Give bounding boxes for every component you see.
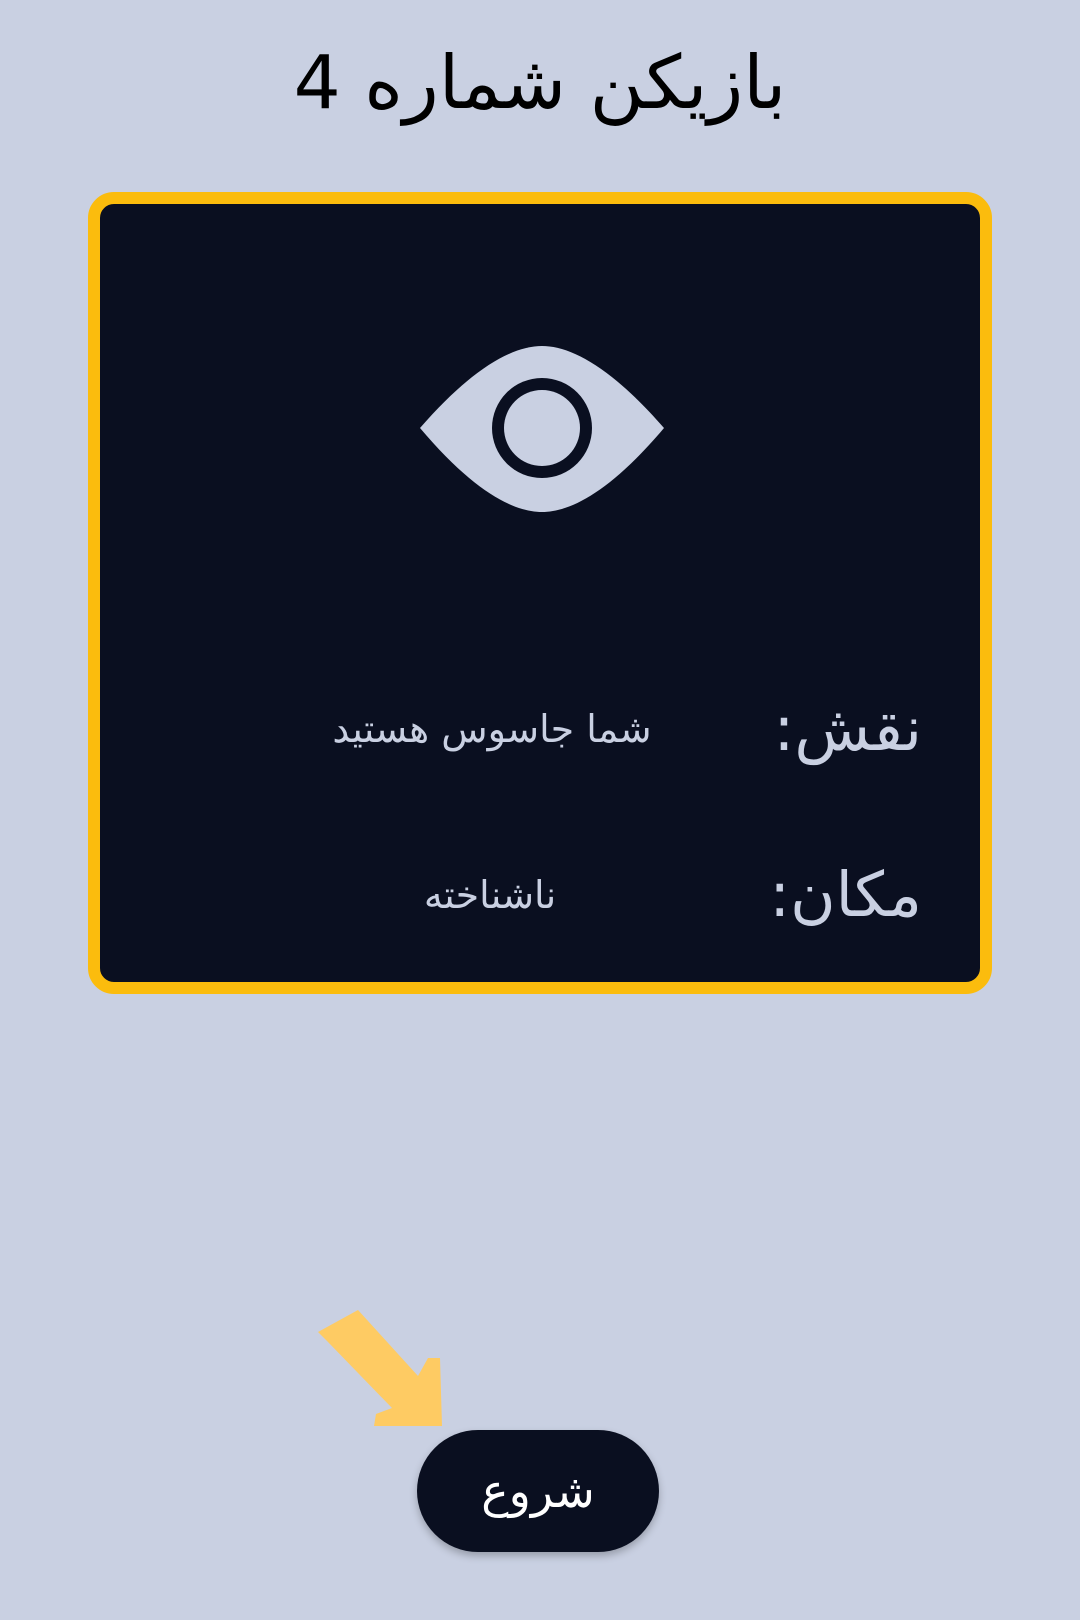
role-label: نقش: [773, 692, 922, 765]
place-value: ناشناخته [423, 873, 557, 917]
role-value: شما جاسوس هستید [332, 707, 652, 751]
page-title: بازیکن شماره 4 [293, 40, 787, 126]
place-row: مکان: ناشناخته [76, 850, 980, 940]
start-button[interactable]: شروع [417, 1430, 659, 1552]
eye-icon [420, 346, 664, 512]
arrow-pointer-icon [318, 1310, 442, 1426]
role-row: نقش: شما جاسوس هستید [76, 684, 980, 774]
place-label: مکان: [769, 858, 922, 931]
role-card: نقش: شما جاسوس هستید مکان: ناشناخته [88, 192, 992, 994]
